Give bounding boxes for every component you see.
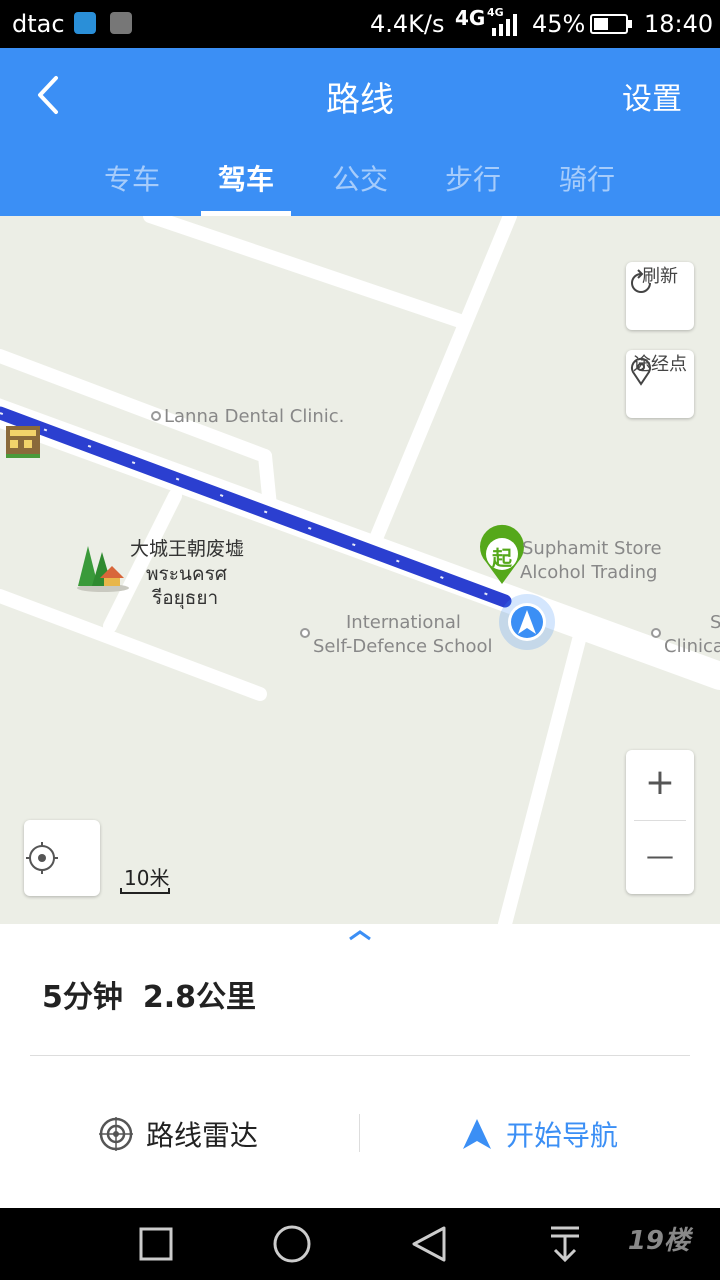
transport-tabs: 专车 驾车 公交 步行 骑行	[0, 146, 720, 216]
route-duration: 5分钟	[42, 980, 123, 1015]
poi-clinic[interactable]: Clinica	[664, 636, 720, 657]
map-scale-label: 10米	[124, 866, 170, 890]
route-header: 路线 设置 专车 驾车 公交 步行 骑行	[0, 48, 720, 216]
route-radar-label: 路线雷达	[146, 1119, 259, 1152]
poi-suphamit-1[interactable]: Suphamit Store	[522, 538, 662, 559]
page-title: 路线	[326, 80, 394, 120]
home-icon[interactable]	[273, 1225, 311, 1263]
tab-transit[interactable]: 公交	[310, 158, 410, 198]
battery-fill	[594, 18, 608, 30]
poi-ayutthaya-th-2: รีอยุธยา	[152, 587, 219, 609]
zoom-out-button[interactable]: —	[626, 821, 694, 891]
start-marker-label: 起	[492, 546, 512, 570]
locate-button[interactable]	[24, 820, 100, 896]
network-speed: 4.4K/s	[370, 10, 445, 38]
zoom-in-button[interactable]: +	[626, 750, 694, 820]
poi-suphamit-2: Alcohol Trading	[520, 562, 658, 583]
battery-icon	[590, 14, 632, 34]
route-summary-panel: 5分钟 2.8公里 路线雷达 开始导航	[0, 924, 720, 1208]
carrier-name: dtac	[12, 10, 65, 38]
park-icon	[77, 546, 129, 592]
route-summary: 5分钟 2.8公里	[42, 972, 276, 1016]
waypoint-button[interactable]: 途经点	[626, 350, 694, 418]
route-line	[0, 406, 512, 608]
signal-icon	[492, 14, 517, 36]
zoom-control: + —	[626, 750, 694, 894]
route-radar-button[interactable]: 路线雷达	[98, 1114, 258, 1154]
current-location-icon	[499, 594, 555, 650]
poi-ayutthaya-cn[interactable]: 大城王朝废墟	[130, 534, 244, 561]
notification-pull-icon[interactable]	[551, 1226, 579, 1263]
system-nav-bar: 19楼	[0, 1208, 720, 1280]
tab-drive[interactable]: 驾车	[196, 158, 296, 198]
map-view[interactable]: Lanna Dental Clinic. 大城王朝废墟 พระนครศ รีอย…	[0, 216, 720, 924]
tab-walk[interactable]: 步行	[423, 158, 523, 198]
route-distance: 2.8公里	[142, 980, 257, 1015]
image-notification-icon	[110, 12, 132, 34]
start-navigation-label: 开始导航	[506, 1119, 619, 1152]
tab-car-hailing[interactable]: 专车	[82, 158, 182, 198]
navigation-arrow-icon	[463, 1119, 491, 1149]
tab-ride[interactable]: 骑行	[537, 158, 637, 198]
poi-school-1[interactable]: International	[346, 612, 461, 633]
poi-s: S	[710, 612, 720, 633]
status-bar: dtac 4.4K/s 4G 4G 45% 18:40	[0, 0, 720, 48]
map-scale-bar	[120, 888, 170, 894]
back-nav-icon[interactable]	[412, 1226, 446, 1262]
recents-icon[interactable]	[139, 1227, 173, 1261]
clock: 18:40	[644, 10, 714, 38]
settings-button[interactable]: 设置	[622, 74, 682, 118]
refresh-icon	[631, 269, 651, 293]
building-icon	[6, 426, 40, 458]
refresh-button[interactable]: 刷新	[626, 262, 694, 330]
location-pin-icon	[631, 357, 651, 386]
watermark-logo: 19楼	[627, 1226, 690, 1256]
start-navigation-button[interactable]: 开始导航	[460, 1114, 618, 1154]
location-notification-icon	[74, 12, 96, 34]
poi-lanna-dental[interactable]: Lanna Dental Clinic.	[164, 406, 344, 427]
battery-percent: 45%	[532, 10, 586, 38]
crosshair-icon	[26, 842, 58, 874]
radar-icon	[99, 1117, 133, 1151]
chevron-up-icon[interactable]	[347, 928, 373, 942]
poi-school-2: Self-Defence School	[313, 636, 493, 657]
network-type: 4G	[455, 6, 486, 30]
